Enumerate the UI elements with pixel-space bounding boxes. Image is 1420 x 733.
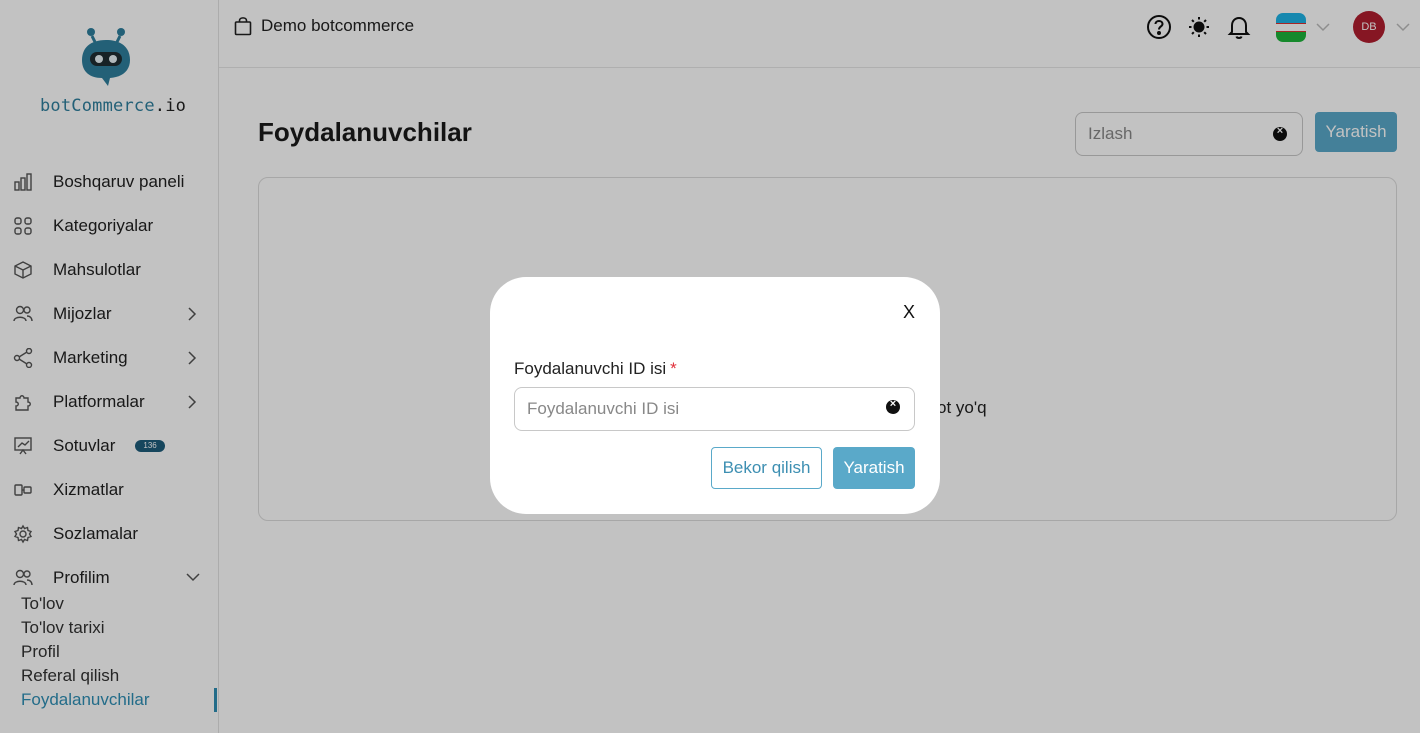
- close-button[interactable]: X: [903, 302, 915, 323]
- create-user-modal: X Foydalanuvchi ID isi* Bekor qilish Yar…: [490, 277, 940, 514]
- user-id-label: Foydalanuvchi ID isi *: [514, 359, 677, 378]
- required-mark: *: [670, 359, 677, 378]
- clear-input-icon[interactable]: [886, 398, 900, 414]
- user-id-input[interactable]: [514, 387, 915, 431]
- cancel-button[interactable]: Bekor qilish: [711, 447, 822, 489]
- submit-button[interactable]: Yaratish: [833, 447, 915, 489]
